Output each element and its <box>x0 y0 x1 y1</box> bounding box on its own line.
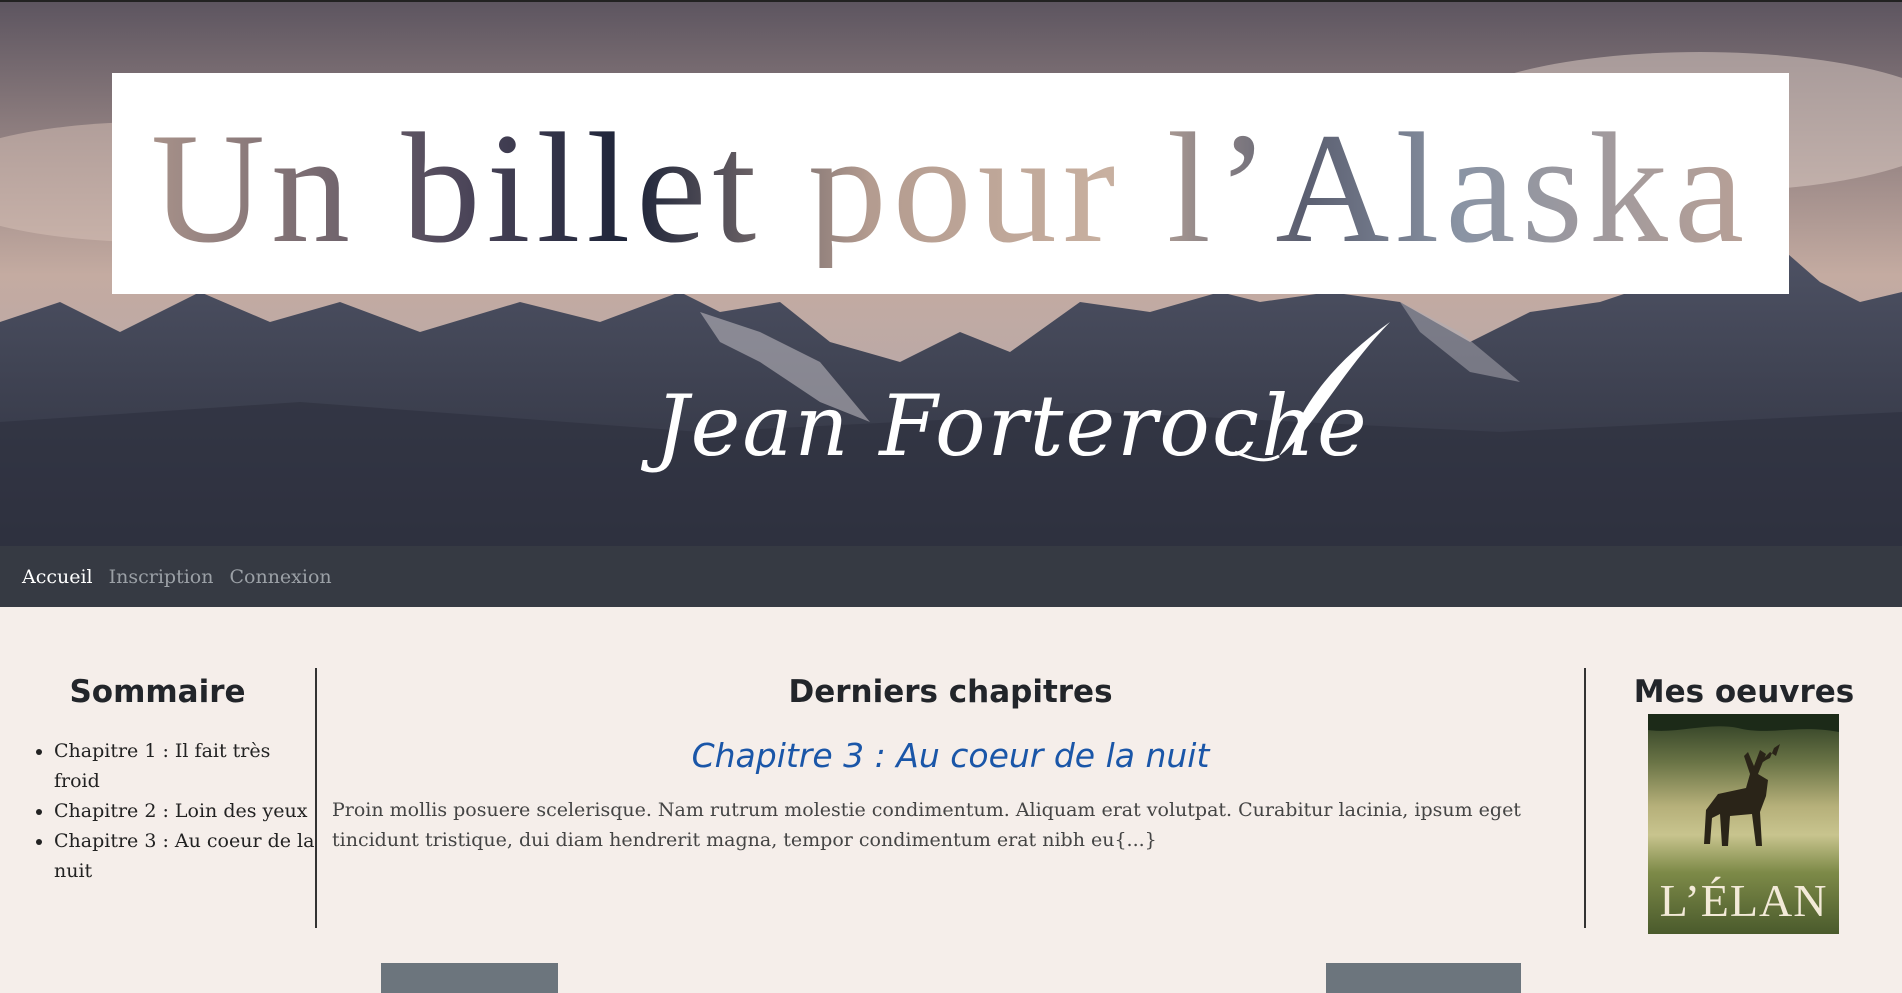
hero-banner: Un billet pour l’Alaska Jean Forteroche <box>0 0 1902 546</box>
book-cover-image[interactable]: L’ÉLAN <box>1648 714 1839 934</box>
oeuvres-column: Mes oeuvres L’ÉLAN <box>1586 668 1902 934</box>
chapter-link[interactable]: Chapitre 2 : Loin des yeux <box>54 796 315 826</box>
site-title: Un billet pour l’Alaska <box>150 100 1751 276</box>
chapter-link[interactable]: Chapitre 1 : Il fait très froid <box>54 736 315 796</box>
chapter-list: Chapitre 1 : Il fait très froid Chapitre… <box>0 736 315 886</box>
main-navbar: Accueil Inscription Connexion <box>0 546 1902 607</box>
chapter-title-link[interactable]: Chapitre 3 : Au coeur de la nuit <box>317 736 1584 775</box>
latest-chapters-heading: Derniers chapitres <box>788 674 1113 710</box>
nav-link-accueil[interactable]: Accueil <box>22 566 93 588</box>
nav-link-connexion[interactable]: Connexion <box>229 566 331 588</box>
quill-icon <box>1235 322 1390 462</box>
site-title-box: Un billet pour l’Alaska <box>112 73 1789 294</box>
oeuvres-heading: Mes oeuvres <box>1633 674 1855 710</box>
chapter-link[interactable]: Chapitre 3 : Au coeur de la nuit <box>54 826 315 886</box>
nav-link-inscription[interactable]: Inscription <box>109 566 214 588</box>
sommaire-column: Sommaire Chapitre 1 : Il fait très froid… <box>0 668 317 928</box>
comments-button[interactable] <box>1326 963 1521 993</box>
sommaire-heading: Sommaire <box>69 674 246 710</box>
latest-chapters-column: Derniers chapitres Chapitre 3 : Au coeur… <box>317 668 1586 993</box>
book-title: L’ÉLAN <box>1659 875 1828 926</box>
chapter-excerpt: Proin mollis posuere scelerisque. Nam ru… <box>332 799 1521 851</box>
read-more-button[interactable] <box>381 963 558 993</box>
main-content: Sommaire Chapitre 1 : Il fait très froid… <box>0 607 1902 993</box>
